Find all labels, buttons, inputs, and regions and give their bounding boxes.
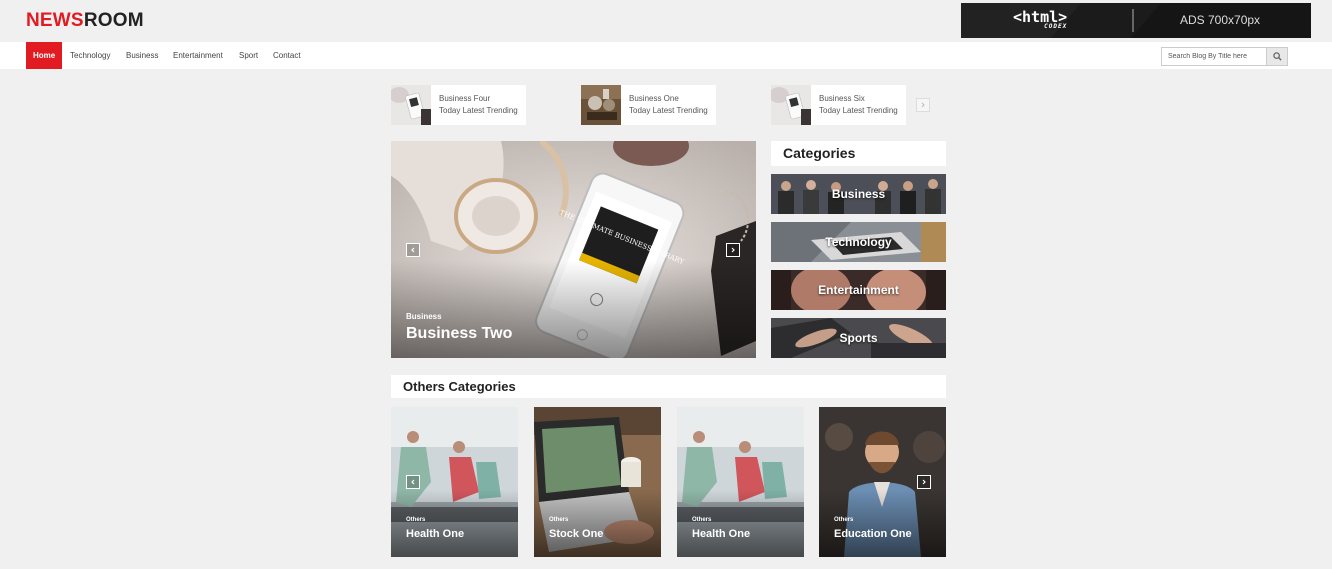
search-button[interactable] xyxy=(1266,48,1287,65)
trending-subtitle: Today Latest Trending xyxy=(819,106,898,115)
trending-subtitle: Today Latest Trending xyxy=(629,106,708,115)
others-card[interactable]: Others Education One xyxy=(819,407,946,557)
trending-thumbnail xyxy=(581,85,621,125)
others-card[interactable]: Others Health One xyxy=(391,407,518,557)
nav-item-sport[interactable]: Sport xyxy=(239,42,258,69)
card-title: Stock One xyxy=(549,528,604,540)
others-card[interactable]: Others Stock One xyxy=(534,407,661,557)
hero-title[interactable]: Business Two xyxy=(406,325,512,343)
trending-title: Business Four xyxy=(439,94,491,103)
hero-next-button[interactable] xyxy=(726,243,740,257)
nav-item-entertainment[interactable]: Entertainment xyxy=(173,42,223,69)
card-category: Others xyxy=(834,517,854,523)
chevron-left-icon xyxy=(411,247,415,253)
category-tile-entertainment[interactable]: Entertainment xyxy=(771,270,946,310)
others-prev-button[interactable] xyxy=(406,475,420,489)
ad-size-text: ADS 700x70px xyxy=(1180,13,1261,27)
nav-item-business[interactable]: Business xyxy=(126,42,158,69)
trending-thumbnail xyxy=(391,85,431,125)
categories-heading: Categories xyxy=(771,141,946,166)
others-next-button[interactable] xyxy=(917,475,931,489)
site-logo[interactable]: NEWSROOM xyxy=(26,10,144,32)
trending-item[interactable]: Business Six Today Latest Trending xyxy=(771,85,906,125)
chevron-right-icon xyxy=(921,102,925,108)
trending-title: Business Six xyxy=(819,94,865,103)
card-title: Health One xyxy=(406,528,465,540)
others-heading-text: Others Categories xyxy=(403,379,516,394)
others-heading: Others Categories xyxy=(391,375,946,398)
trending-next-button[interactable] xyxy=(916,98,930,112)
trending-subtitle: Today Latest Trending xyxy=(439,106,518,115)
card-title: Health One xyxy=(692,528,751,540)
chevron-right-icon xyxy=(731,247,735,253)
category-label: Sports xyxy=(839,331,878,345)
trending-item[interactable]: Business One Today Latest Trending xyxy=(581,85,716,125)
category-tile-business[interactable]: Business xyxy=(771,174,946,214)
category-label: Business xyxy=(831,187,886,201)
card-category: Others xyxy=(406,517,426,523)
trending-item[interactable]: Business Four Today Latest Trending xyxy=(391,85,526,125)
hero-category[interactable]: Business xyxy=(406,312,442,321)
trending-title: Business One xyxy=(629,94,679,103)
ad-divider xyxy=(1132,9,1134,32)
search-box xyxy=(1161,47,1288,66)
trending-thumbnail xyxy=(771,85,811,125)
main-nav: Home Technology Business Entertainment S… xyxy=(0,42,1332,69)
others-card[interactable]: Others Health One xyxy=(677,407,804,557)
card-category: Others xyxy=(549,517,569,523)
hero-prev-button[interactable] xyxy=(406,243,420,257)
search-icon xyxy=(1272,52,1282,61)
categories-heading-text: Categories xyxy=(783,145,856,161)
ad-brand: <html> CODEX xyxy=(1013,8,1067,30)
category-tile-sports[interactable]: Sports xyxy=(771,318,946,358)
chevron-right-icon xyxy=(922,479,926,485)
logo-news: NEWS xyxy=(26,10,84,31)
category-tile-technology[interactable]: Technology xyxy=(771,222,946,262)
nav-item-technology[interactable]: Technology xyxy=(70,42,110,69)
category-label: Technology xyxy=(825,235,892,249)
ad-banner[interactable]: <html> CODEX ADS 700x70px xyxy=(961,3,1311,38)
hero-slider[interactable]: THE ULTIMATE BUSINESS LIBRARY Business B… xyxy=(391,141,756,358)
card-category: Others xyxy=(692,517,712,523)
category-label: Entertainment xyxy=(818,283,899,297)
logo-room: ROOM xyxy=(83,10,144,31)
nav-item-contact[interactable]: Contact xyxy=(273,42,301,69)
card-title: Education One xyxy=(834,528,912,540)
search-input[interactable] xyxy=(1162,48,1266,65)
nav-item-home[interactable]: Home xyxy=(26,42,63,69)
chevron-left-icon xyxy=(411,479,415,485)
